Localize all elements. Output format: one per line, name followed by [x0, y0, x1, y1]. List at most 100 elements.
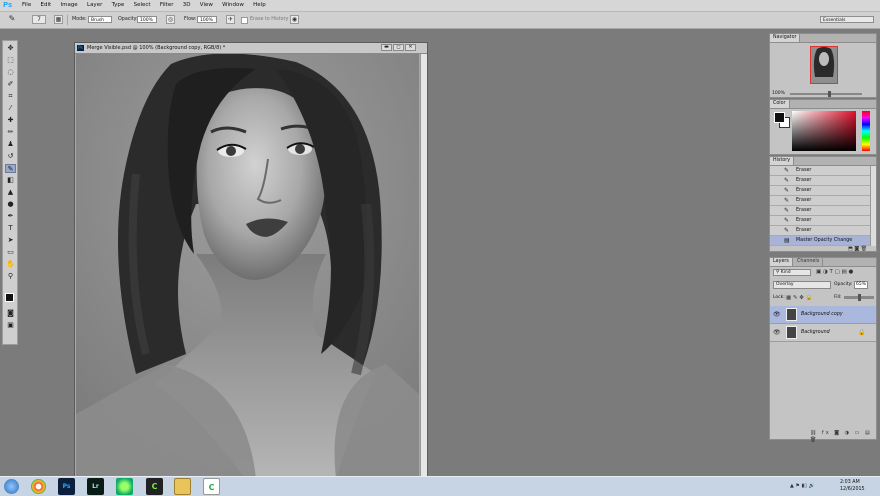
tab-layers[interactable]: Layers — [770, 258, 793, 266]
brush-preset-picker[interactable]: 7 — [32, 15, 46, 24]
erase-to-history-label: Erase to History — [250, 17, 289, 22]
eraser-tool-icon[interactable]: ✎ — [6, 15, 18, 24]
history-item[interactable]: ✎ Eraser — [770, 216, 870, 226]
layer-row-background-copy[interactable]: 👁 Background copy — [770, 306, 876, 324]
camtasia-taskbar-icon[interactable]: C — [146, 478, 163, 495]
history-item-active[interactable]: ▤ Master Opacity Change — [770, 236, 870, 246]
minimize-button[interactable]: ▬ — [381, 44, 392, 51]
lightroom-taskbar-icon[interactable]: Lr — [87, 478, 104, 495]
hand-tool-icon[interactable]: ✋ — [5, 260, 16, 269]
menu-filter[interactable]: Filter — [160, 0, 174, 11]
pressure-size-icon[interactable]: ◉ — [290, 15, 299, 24]
blend-mode-select[interactable]: Overlay — [773, 281, 831, 289]
menu-window[interactable]: Window — [222, 0, 244, 11]
screen-mode-icon[interactable]: ▣ — [5, 321, 16, 330]
marquee-tool-icon[interactable]: ⬚ — [5, 56, 16, 65]
path-selection-tool-icon[interactable]: ➤ — [5, 236, 16, 245]
crop-tool-icon[interactable]: ⌗ — [5, 92, 16, 101]
tab-color[interactable]: Color — [770, 100, 790, 108]
healing-brush-tool-icon[interactable]: ✚ — [5, 116, 16, 125]
layer-action-icons[interactable]: ⛓ fx ◙ ◑ ▭ ▤ 🗑 — [810, 430, 876, 444]
eyedropper-tool-icon[interactable]: ⁄ — [5, 104, 16, 113]
tray-icons[interactable]: ▲ ⚑ ▮▯ 🔊 — [790, 482, 815, 490]
fill-slider-handle[interactable] — [858, 294, 861, 301]
move-tool-icon[interactable]: ✥ — [5, 44, 16, 53]
shape-tool-icon[interactable]: ▭ — [5, 248, 16, 257]
tab-channels[interactable]: Channels — [794, 258, 824, 266]
layer-row-background[interactable]: 👁 Background 🔒 — [770, 324, 876, 342]
restore-button[interactable]: ◻ — [393, 44, 404, 51]
camtasia-recorder-taskbar-icon[interactable]: C — [203, 478, 220, 495]
history-item[interactable]: ✎ Eraser — [770, 206, 870, 216]
history-item[interactable]: ✎ Eraser — [770, 186, 870, 196]
layer-filter-icons[interactable]: ▣ ◑ T ▢ ▤ ● — [816, 269, 853, 276]
navigator-zoom-value[interactable]: 100% — [772, 91, 785, 97]
dodge-tool-icon[interactable]: ● — [5, 200, 16, 209]
green-app-icon[interactable] — [116, 478, 133, 495]
workspace-select[interactable]: Essentials — [820, 16, 874, 23]
eraser-icon: ✎ — [784, 207, 790, 214]
tab-history[interactable]: History — [770, 157, 795, 165]
pressure-opacity-icon[interactable]: ◎ — [166, 15, 175, 24]
layer-filter-select[interactable]: ⚲ Kind — [773, 269, 811, 276]
brush-size-value: 7 — [37, 16, 41, 23]
menu-image[interactable]: Image — [60, 0, 77, 11]
type-tool-icon[interactable]: T — [5, 224, 16, 233]
clone-stamp-tool-icon[interactable]: ♟ — [5, 140, 16, 149]
flow-input[interactable]: 100% — [197, 16, 217, 23]
layer-filter-value: Kind — [780, 270, 791, 275]
color-foreground-swatch[interactable] — [774, 112, 785, 123]
chrome-icon[interactable] — [31, 479, 46, 494]
document-title-bar[interactable]: Ps Merge Visible.psd @ 100% (Background … — [75, 43, 427, 54]
color-hue-slider[interactable] — [862, 111, 870, 151]
eraser-tool-icon[interactable]: ✎ — [5, 164, 16, 173]
document-vertical-scrollbar[interactable] — [420, 54, 427, 479]
fill-slider[interactable] — [844, 294, 874, 301]
eye-icon[interactable]: 👁 — [773, 310, 781, 319]
pen-tool-icon[interactable]: ✒ — [5, 212, 16, 221]
history-brush-tool-icon[interactable]: ↺ — [5, 152, 16, 161]
history-item-label: Eraser — [796, 168, 812, 173]
menu-select[interactable]: Select — [134, 0, 151, 11]
clock-date[interactable]: 12/6/2015 — [840, 486, 865, 493]
menu-file[interactable]: File — [22, 0, 31, 11]
quick-select-tool-icon[interactable]: ✐ — [5, 80, 16, 89]
menu-type[interactable]: Type — [112, 0, 125, 11]
lasso-tool-icon[interactable]: ◌ — [5, 68, 16, 77]
airbrush-icon[interactable]: ✈ — [226, 15, 235, 24]
menu-help[interactable]: Help — [253, 0, 266, 11]
mode-select[interactable]: Brush — [88, 16, 112, 23]
history-item[interactable]: ✎ Eraser — [770, 226, 870, 236]
navigator-zoom-slider[interactable] — [790, 91, 862, 97]
menu-3d[interactable]: 3D — [183, 0, 191, 11]
menu-view[interactable]: View — [200, 0, 213, 11]
history-item[interactable]: ✎ Eraser — [770, 176, 870, 186]
tab-navigator[interactable]: Navigator — [770, 34, 801, 42]
foreground-color-swatch[interactable] — [5, 293, 14, 302]
history-item[interactable]: ✎ Eraser — [770, 166, 870, 176]
folder-icon[interactable] — [174, 478, 191, 495]
opacity-input[interactable]: 100% — [137, 16, 157, 23]
menu-edit[interactable]: Edit — [41, 0, 52, 11]
document-canvas[interactable] — [76, 54, 419, 479]
layer-opacity-input[interactable]: 65% — [854, 281, 868, 289]
photoshop-taskbar-icon[interactable]: Ps — [58, 478, 75, 495]
history-item[interactable]: ✎ Eraser — [770, 196, 870, 206]
color-saturation-field[interactable] — [792, 111, 856, 151]
erase-to-history-checkbox[interactable] — [241, 17, 248, 24]
clock-time[interactable]: 2:03 AM — [840, 479, 860, 486]
close-button[interactable]: ✕ — [405, 44, 416, 51]
gradient-tool-icon[interactable]: ◧ — [5, 176, 16, 185]
brush-panel-icon[interactable]: ▦ — [54, 15, 63, 24]
lock-icons[interactable]: ▦ ✎ ✥ 🔒 — [786, 294, 813, 302]
navigator-zoom-slider-handle[interactable] — [828, 91, 831, 97]
brush-tool-icon[interactable]: ✏ — [5, 128, 16, 137]
quick-mask-icon[interactable]: ◙ — [5, 309, 16, 318]
start-button[interactable] — [4, 479, 19, 494]
eye-icon[interactable]: 👁 — [773, 328, 781, 337]
navigator-thumbnail[interactable] — [810, 46, 838, 84]
blur-tool-icon[interactable]: ▲ — [5, 188, 16, 197]
zoom-tool-icon[interactable]: ⚲ — [5, 272, 16, 281]
menu-layer[interactable]: Layer — [87, 0, 102, 11]
history-scrollbar[interactable] — [870, 166, 876, 246]
